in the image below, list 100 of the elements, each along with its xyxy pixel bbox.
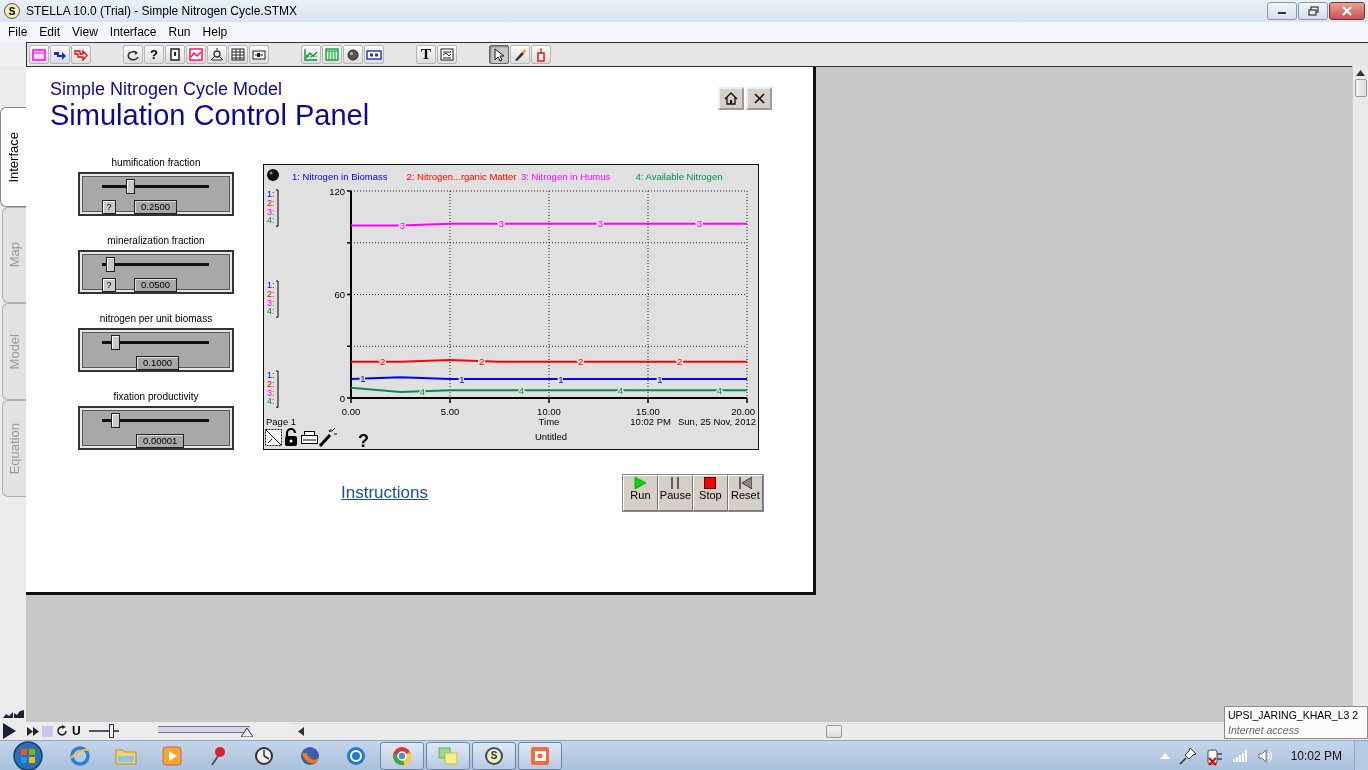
menu-item[interactable]: File xyxy=(2,23,34,41)
u-button[interactable]: U xyxy=(71,724,82,738)
table-icon xyxy=(231,48,245,61)
slider-icon xyxy=(252,48,266,61)
pin-ball-icon xyxy=(267,169,279,181)
line-label: 3 xyxy=(399,219,406,231)
slider-thumb[interactable] xyxy=(106,257,116,272)
tool-button[interactable] xyxy=(343,45,363,64)
slider-thumb[interactable] xyxy=(111,413,121,428)
run-control-button[interactable]: Run xyxy=(622,475,658,511)
legend-label: 4: Available Nitrogen xyxy=(635,171,723,182)
scale-label: 2: xyxy=(267,288,275,299)
menu-item[interactable]: Interface xyxy=(103,23,163,41)
line-label: 3 xyxy=(597,218,604,230)
axis-tick-label: 120 xyxy=(329,185,345,197)
close-button[interactable] xyxy=(1329,2,1365,20)
pushpin-icon[interactable] xyxy=(1178,746,1197,765)
lock-icon[interactable] xyxy=(285,428,297,446)
graph-icon xyxy=(189,48,203,61)
dashed-box-icon[interactable] xyxy=(265,429,282,446)
tool-button[interactable] xyxy=(165,45,185,64)
scroll-up-icon[interactable] xyxy=(1356,70,1365,76)
tool-button[interactable]: T xyxy=(416,45,436,64)
value-field[interactable]: 0.00001 xyxy=(136,434,185,448)
line-label: 4 xyxy=(518,384,524,396)
tool-button[interactable]: ? xyxy=(144,45,164,64)
help-button[interactable]: ? xyxy=(102,200,116,214)
clock-icon xyxy=(254,745,274,766)
menu-item[interactable]: View xyxy=(66,23,104,41)
line-label: 2 xyxy=(380,356,386,368)
slider-thumb[interactable] xyxy=(126,179,136,194)
scale-label: 4: xyxy=(267,215,275,226)
close-icon xyxy=(753,93,765,104)
play-icon[interactable] xyxy=(2,723,16,739)
restore-button[interactable] xyxy=(1298,2,1328,20)
tool-button[interactable] xyxy=(50,45,70,64)
tool-button[interactable] xyxy=(249,45,269,64)
clock-text[interactable]: 10:02 PM xyxy=(1290,746,1342,765)
slider-thumb[interactable] xyxy=(111,335,121,350)
dynamite-icon xyxy=(536,47,546,62)
tool-button[interactable] xyxy=(437,45,457,64)
menu-item[interactable]: Run xyxy=(162,23,197,41)
scrollbar-thumb[interactable] xyxy=(1354,79,1367,97)
magic-wand-icon[interactable] xyxy=(318,427,338,447)
menu-item[interactable]: Help xyxy=(196,23,234,41)
tool-button[interactable] xyxy=(364,45,384,64)
pointer-icon xyxy=(494,47,504,62)
run-control-button[interactable]: Pause xyxy=(657,475,693,511)
app-window-icon xyxy=(530,745,550,766)
value-field[interactable]: 0.2500 xyxy=(134,200,178,214)
home-button[interactable] xyxy=(718,87,744,110)
printer-icon[interactable] xyxy=(301,431,318,444)
close-icon xyxy=(1342,6,1352,16)
app-icon: S xyxy=(4,3,20,19)
menu-item[interactable]: Edit xyxy=(33,23,67,41)
run-control-button[interactable]: Stop xyxy=(692,475,728,511)
range-slider-track[interactable] xyxy=(157,725,250,737)
brush-icon xyxy=(513,47,527,62)
axis-tick-label: 0.00 xyxy=(341,406,361,417)
scroll-left-icon[interactable] xyxy=(298,727,304,736)
speed-slider-thumb[interactable] xyxy=(109,724,115,738)
value-field[interactable]: 0.1000 xyxy=(136,356,180,370)
side-tab[interactable]: Interface xyxy=(0,107,26,207)
line-label: 2 xyxy=(479,355,485,367)
tool-button[interactable] xyxy=(489,45,509,64)
axis-tick-label: 5.00 xyxy=(440,406,460,417)
scale-bracket xyxy=(275,189,279,227)
run-control-button[interactable]: Reset xyxy=(727,475,763,511)
table-icon xyxy=(325,48,339,61)
help-button[interactable]: ? xyxy=(358,431,369,450)
tool-button[interactable] xyxy=(123,45,143,64)
taskbar-button[interactable]: S xyxy=(472,741,516,770)
reload-icon[interactable] xyxy=(56,725,68,737)
line-label: 1 xyxy=(558,373,564,385)
tool-button[interactable] xyxy=(510,45,530,64)
tool-button[interactable] xyxy=(228,45,248,64)
window-icon xyxy=(32,48,46,61)
minimize-button[interactable] xyxy=(1267,2,1297,20)
scrollbar-thumb[interactable] xyxy=(826,725,842,738)
tooltip-title: UPSI_JARING_KHAR_L3 2 xyxy=(1228,708,1360,723)
speaker-icon[interactable] xyxy=(1257,748,1274,763)
scale-label: 4: xyxy=(267,396,275,407)
scale-label: 3: xyxy=(267,297,275,308)
pushpin-icon xyxy=(208,744,228,767)
line-label: 2 xyxy=(677,356,683,368)
page-label: Page 1 xyxy=(266,416,297,427)
ring-icon xyxy=(392,745,412,766)
tool-button[interactable] xyxy=(207,45,227,64)
fast-forward-icon[interactable] xyxy=(27,726,39,736)
scale-label: 3: xyxy=(267,387,275,398)
circle-icon xyxy=(346,745,366,766)
line-label: 1 xyxy=(360,373,366,385)
instructions-link[interactable]: Instructions xyxy=(341,480,428,506)
value-field[interactable]: 0.0500 xyxy=(134,278,178,292)
range-slider-thumb[interactable] xyxy=(240,728,253,737)
window-title: STELLA 10.0 (Trial) - Simple Nitrogen Cycle.STMX xyxy=(26,3,297,20)
line-label: 1 xyxy=(459,373,465,385)
slider-label: mineralization fraction xyxy=(106,235,206,247)
help-button[interactable]: ? xyxy=(102,278,116,292)
display-icon xyxy=(366,49,382,60)
